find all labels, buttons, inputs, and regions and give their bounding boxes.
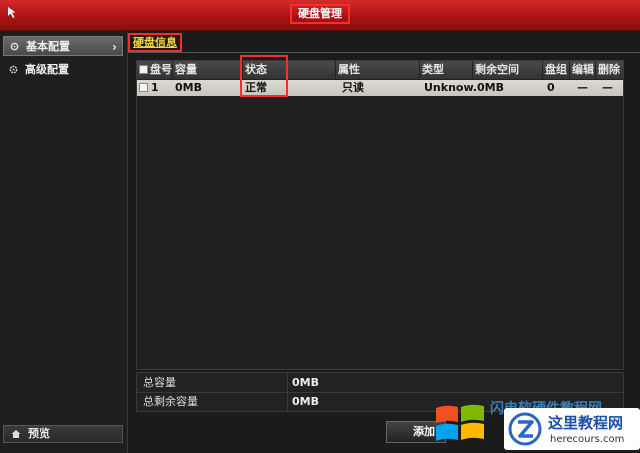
cell-status: 正常 (245, 81, 267, 94)
sidebar-item-advanced-config[interactable]: 高级配置 (3, 60, 123, 80)
cell-capacity: 0MB (175, 81, 202, 94)
cell-group: 0 (547, 81, 555, 94)
gear-icon (9, 65, 18, 74)
disk-table: 盘号 容量 状态 属性 类型 剩余空间 盘组 编辑 删除 1 0MB 正常 只读… (136, 60, 624, 370)
watermark-url: herecours.com (550, 434, 625, 445)
header-disk-no[interactable]: 盘号 (137, 61, 173, 79)
tab-bar: 硬盘信息 (128, 33, 640, 53)
total-capacity-label: 总容量 (143, 376, 176, 389)
table-header: 盘号 容量 状态 属性 类型 剩余空间 盘组 编辑 删除 (137, 61, 623, 79)
title-bar: 硬盘管理 (0, 0, 640, 31)
watermark-title: 这里教程网 (548, 414, 624, 432)
header-attribute[interactable]: 属性 (336, 61, 420, 79)
back-arrow-icon[interactable] (6, 6, 18, 20)
gear-icon (10, 42, 19, 51)
watermark-badge: 这里教程网 herecours.com (504, 408, 640, 450)
row-checkbox[interactable] (139, 83, 148, 92)
header-edit[interactable]: 编辑 (570, 61, 596, 79)
header-type[interactable]: 类型 (420, 61, 473, 79)
sidebar-item-basic-config[interactable]: 基本配置 › (3, 36, 123, 56)
windows-logo-icon (436, 404, 484, 441)
table-row[interactable]: 1 0MB 正常 只读 Unknow... 0MB 0 — — (137, 80, 623, 96)
chevron-right-icon: › (112, 40, 117, 54)
cell-disk-no: 1 (151, 81, 159, 94)
header-free-space[interactable]: 剩余空间 (473, 61, 543, 79)
total-free-value: 0MB (287, 392, 319, 411)
total-free-label: 总剩余容量 (143, 395, 198, 408)
total-capacity-value: 0MB (287, 373, 319, 392)
cell-type: Unknow... (424, 81, 476, 94)
watermark: 闪电软硬件教程网 这里教程网 herecours.com (434, 392, 640, 453)
select-all-checkbox[interactable] (139, 65, 148, 74)
delete-icon[interactable]: — (602, 80, 620, 96)
cell-free-space: 0MB (477, 81, 504, 94)
window-title: 硬盘管理 (290, 4, 350, 24)
header-label: 盘号 (150, 63, 172, 76)
header-capacity[interactable]: 容量 (173, 61, 243, 79)
header-delete[interactable]: 删除 (596, 61, 623, 79)
home-icon (11, 430, 21, 438)
preview-label: 预览 (28, 427, 50, 440)
cell-attribute: 只读 (342, 81, 364, 94)
sidebar-item-label: 高级配置 (25, 63, 69, 76)
header-status[interactable]: 状态 (243, 61, 336, 79)
preview-button[interactable]: 预览 (3, 425, 123, 443)
summary-total-row: 总容量 0MB (137, 373, 623, 393)
header-group[interactable]: 盘组 (543, 61, 570, 79)
tab-disk-info[interactable]: 硬盘信息 (128, 33, 182, 52)
z-logo-icon (508, 412, 542, 446)
edit-icon[interactable]: — (577, 80, 595, 96)
sidebar-item-label: 基本配置 (26, 40, 70, 53)
sidebar: 基本配置 › 高级配置 预览 (0, 31, 128, 453)
